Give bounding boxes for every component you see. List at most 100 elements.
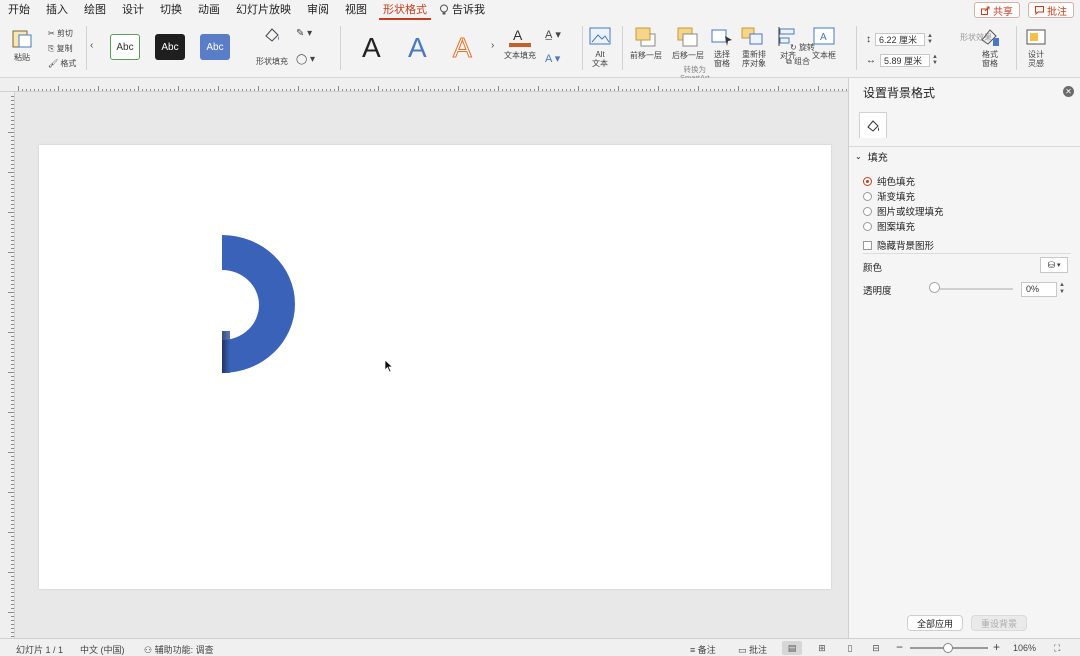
ruler-tick: [11, 216, 14, 217]
ruler-tick: [11, 484, 14, 485]
bring-forward-button[interactable]: 前移一层: [630, 26, 662, 61]
text-effects-button[interactable]: A ▾: [545, 52, 560, 65]
tell-me[interactable]: 告诉我: [435, 0, 493, 20]
designer-button[interactable]: 设计 灵感: [1024, 26, 1048, 68]
normal-view-button[interactable]: ▤: [782, 641, 802, 655]
shape-height-field[interactable]: ↕ 6.22 厘米 ▲ ▼: [866, 32, 935, 46]
ruler-tick: [11, 324, 14, 325]
width-value[interactable]: 5.89 厘米: [880, 53, 930, 67]
color-picker-button[interactable]: ⛁ ▾: [1040, 257, 1068, 273]
ruler-tick: [11, 468, 14, 469]
accessibility-indicator[interactable]: ⚇ 辅助功能: 调查: [144, 643, 214, 656]
radio-solid[interactable]: [863, 176, 872, 186]
tab-draw[interactable]: 绘图: [76, 0, 114, 20]
ruler-tick: [11, 136, 14, 137]
tab-view[interactable]: 视图: [337, 0, 375, 20]
radio-picture[interactable]: [863, 206, 872, 216]
tab-transitions[interactable]: 切换: [152, 0, 190, 20]
tab-animations[interactable]: 动画: [190, 0, 228, 20]
slide[interactable]: [39, 145, 831, 589]
ruler-tick: [11, 576, 14, 577]
shape-effects-button[interactable]: ◯ ▾: [296, 54, 315, 65]
ruler-tick: [11, 232, 14, 233]
fill-tab[interactable]: [859, 112, 887, 138]
wordart-gallery-next[interactable]: ›: [491, 40, 494, 51]
tab-insert[interactable]: 插入: [38, 0, 76, 20]
tell-me-label: 告诉我: [452, 4, 485, 16]
hide-bg-graphics[interactable]: 隐藏背景图形: [863, 238, 934, 252]
close-icon[interactable]: ✕: [1063, 86, 1074, 97]
ruler-tick: [11, 280, 14, 281]
tab-home[interactable]: 开始: [0, 0, 38, 20]
comments-button[interactable]: 批注: [1028, 2, 1074, 18]
ruler-tick: [11, 104, 14, 105]
tab-review[interactable]: 审阅: [299, 0, 337, 20]
wordart-style-1[interactable]: A: [362, 32, 381, 64]
reading-view-button[interactable]: ▯: [840, 641, 860, 655]
ruler-tick: [11, 276, 14, 277]
arc-shape[interactable]: [39, 145, 831, 589]
transparency-stepper[interactable]: ▲ ▼: [1059, 282, 1067, 296]
fill-section-header[interactable]: ⌄ 填充: [849, 146, 1080, 166]
language-indicator[interactable]: 中文 (中国): [80, 643, 125, 656]
fit-slide-button[interactable]: ⛶: [1054, 643, 1060, 654]
sorter-view-button[interactable]: ⊞: [812, 641, 832, 655]
fill-option-pattern[interactable]: 图案填充: [863, 219, 915, 233]
fill-option-picture[interactable]: 图片或纹理填充: [863, 204, 944, 218]
group-button[interactable]: ⧉ 组合: [786, 56, 810, 67]
share-button[interactable]: 共享: [974, 2, 1020, 18]
comments-status-button[interactable]: ▭ 批注: [738, 643, 767, 656]
zoom-level[interactable]: 106%: [1013, 643, 1036, 653]
selection-pane-button[interactable]: 选择 窗格: [710, 26, 734, 68]
shape-style-3[interactable]: Abc: [200, 34, 230, 60]
apply-all-button[interactable]: 全部应用: [907, 615, 963, 631]
radio-pattern[interactable]: [863, 221, 872, 231]
zoom-out-button[interactable]: −: [896, 640, 903, 654]
shape-style-1[interactable]: Abc: [110, 34, 140, 60]
format-painter-button[interactable]: 🖌 格式: [48, 56, 76, 71]
height-stepper[interactable]: ▲ ▼: [927, 33, 935, 45]
text-outline-button[interactable]: A̲ ▾: [545, 28, 561, 41]
ruler-tick: [11, 296, 14, 297]
textbox-button[interactable]: A 文本框: [812, 26, 836, 61]
transparency-slider-handle[interactable]: [929, 282, 940, 293]
ruler-tick: [11, 128, 14, 129]
wordart-style-2[interactable]: A: [408, 32, 427, 64]
cut-button[interactable]: ✂ 剪切: [48, 26, 76, 41]
zoom-slider-handle[interactable]: [943, 643, 953, 653]
share-icon: [981, 6, 990, 15]
svg-text:A: A: [513, 27, 523, 43]
zoom-in-button[interactable]: +: [993, 640, 1000, 654]
notes-button[interactable]: ≡ 备注: [690, 643, 716, 656]
text-fill-button[interactable]: A 文本填充: [504, 26, 536, 61]
width-stepper[interactable]: ▲ ▼: [932, 54, 940, 66]
reset-background-button[interactable]: 重设背景: [971, 615, 1027, 631]
tab-shape-format[interactable]: 形状格式: [375, 0, 435, 20]
shape-fill-button[interactable]: 形状填充: [256, 26, 288, 67]
hide-bg-checkbox[interactable]: [863, 240, 872, 250]
designer-icon: [1026, 29, 1046, 45]
arrange-button[interactable]: 重新排 序对象: [740, 26, 768, 68]
ruler-tick: [11, 320, 14, 321]
fill-option-gradient[interactable]: 渐变填充: [863, 189, 915, 203]
wordart-style-3[interactable]: A: [453, 32, 473, 64]
tab-slideshow[interactable]: 幻灯片放映: [228, 0, 299, 20]
shape-outline-button[interactable]: ✎ ▾: [296, 28, 312, 39]
style-gallery-prev[interactable]: ‹: [90, 40, 93, 51]
alt-text-button[interactable]: Alt 文本: [588, 26, 612, 68]
paste-button[interactable]: 粘贴: [8, 26, 36, 63]
copy-button[interactable]: ⎘ 复制: [48, 41, 76, 56]
transparency-input[interactable]: 0%: [1021, 282, 1057, 297]
shape-width-field[interactable]: ↔ 5.89 厘米 ▲ ▼: [866, 53, 940, 67]
fill-option-solid[interactable]: 纯色填充: [863, 174, 915, 188]
send-backward-button[interactable]: 后移一层: [672, 26, 704, 61]
tab-design[interactable]: 设计: [114, 0, 152, 20]
radio-gradient[interactable]: [863, 191, 872, 201]
shape-style-2[interactable]: Abc: [155, 34, 185, 60]
transparency-label: 透明度: [863, 286, 892, 297]
height-value[interactable]: 6.22 厘米: [875, 32, 925, 46]
ruler-tick: [11, 620, 14, 621]
transparency-slider[interactable]: [933, 288, 1013, 290]
slideshow-view-button[interactable]: ⊟: [866, 641, 886, 655]
format-pane-button[interactable]: 格式 窗格: [978, 26, 1002, 68]
